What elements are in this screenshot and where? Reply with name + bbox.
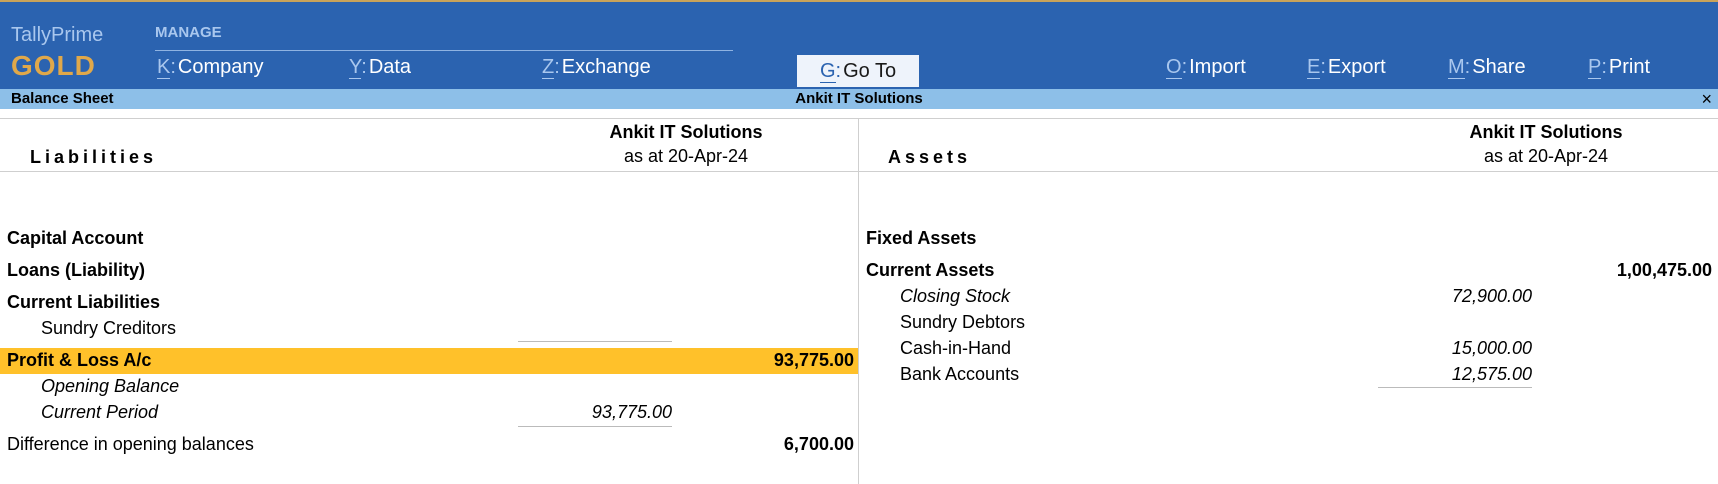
ledger-subgroup-row[interactable]: Current Period bbox=[41, 402, 158, 428]
ledger-amount: 93,775.00 bbox=[773, 350, 854, 370]
ledger-amount: 93,775.00 bbox=[591, 402, 672, 422]
ledger-group-row[interactable]: Capital Account bbox=[7, 228, 143, 254]
menu-label: Import bbox=[1189, 56, 1246, 78]
ledger-amount: 1,00,475.00 bbox=[1616, 260, 1712, 280]
ledger-subgroup-row[interactable]: Bank Accounts bbox=[900, 364, 1019, 390]
ledger-subgroup-row[interactable]: Opening Balance bbox=[41, 376, 179, 402]
menu-label: Exchange bbox=[561, 56, 651, 78]
ledger-group-row[interactable]: Fixed Assets bbox=[866, 228, 976, 254]
subtotal-line bbox=[518, 341, 672, 342]
menu-goto-button[interactable]: G: Go To bbox=[797, 55, 919, 87]
ledger-amount: 12,575.00 bbox=[1451, 364, 1532, 384]
close-icon[interactable]: × bbox=[1701, 89, 1712, 109]
menu-label: Data bbox=[368, 56, 412, 78]
ledger-amount: 15,000.00 bbox=[1451, 338, 1532, 358]
assets-company-name: Ankit IT Solutions bbox=[1469, 122, 1623, 142]
menu-data-button[interactable]: Y: Data bbox=[349, 56, 411, 79]
ledger-subgroup-row[interactable]: Cash-in-Hand bbox=[900, 338, 1011, 364]
report-title-bar: Ankit IT Solutions Balance Sheet × bbox=[0, 89, 1718, 109]
assets-title: Assets bbox=[888, 147, 972, 167]
menu-exchange-button[interactable]: Z: Exchange bbox=[542, 56, 651, 79]
selected-ledger-row[interactable]: Profit & Loss A/c 93,775.00 bbox=[0, 348, 858, 374]
ledger-amount: 6,700.00 bbox=[783, 434, 854, 454]
brand-name: TallyPrime bbox=[11, 24, 104, 46]
column-header: Liabilities Ankit IT Solutions as at 20-… bbox=[0, 118, 1718, 172]
menu-label: Go To bbox=[843, 60, 897, 82]
liabilities-company-name: Ankit IT Solutions bbox=[609, 122, 763, 142]
ledger-group-row[interactable]: Current Assets bbox=[866, 260, 994, 286]
menu-import-button[interactable]: O: Import bbox=[1166, 56, 1246, 79]
top-menu-bar: TallyPrime GOLD MANAGE K: Company Y: Data … bbox=[0, 0, 1718, 89]
ledger-row[interactable]: Difference in opening balances bbox=[7, 434, 254, 460]
title-company: Ankit IT Solutions bbox=[795, 90, 923, 107]
ledger-group-row[interactable]: Current Liabilities bbox=[7, 292, 160, 318]
menu-section-label: MANAGE bbox=[155, 24, 222, 41]
ledger-amount: 72,900.00 bbox=[1451, 286, 1532, 306]
menu-key: G bbox=[819, 60, 836, 83]
menu-key: E bbox=[1307, 56, 1321, 79]
assets-as-at-date: as at 20-Apr-24 bbox=[1483, 146, 1609, 166]
menu-section-divider bbox=[155, 50, 733, 51]
menu-print-button[interactable]: P: Print bbox=[1588, 56, 1650, 79]
menu-share-button[interactable]: M: Share bbox=[1448, 56, 1526, 79]
menu-company-button[interactable]: K: Company bbox=[157, 56, 264, 79]
menu-label: Share bbox=[1472, 56, 1526, 78]
column-divider bbox=[858, 118, 859, 484]
menu-key: P bbox=[1588, 56, 1602, 79]
menu-key: Z bbox=[542, 56, 555, 79]
ledger-group-row[interactable]: Loans (Liability) bbox=[7, 260, 145, 286]
menu-label: Company bbox=[177, 56, 264, 78]
ledger-subgroup-row[interactable]: Closing Stock bbox=[900, 286, 1010, 312]
liabilities-title: Liabilities bbox=[30, 147, 158, 167]
menu-key: K bbox=[157, 56, 171, 79]
ledger-label: Profit & Loss A/c bbox=[7, 350, 152, 370]
menu-label: Export bbox=[1327, 56, 1386, 78]
subtotal-line bbox=[518, 426, 672, 427]
report-title: Balance Sheet bbox=[11, 90, 114, 107]
menu-label: Print bbox=[1608, 56, 1651, 78]
menu-export-button[interactable]: E: Export bbox=[1307, 56, 1386, 79]
ledger-subgroup-row[interactable]: Sundry Creditors bbox=[41, 318, 176, 344]
menu-key: M bbox=[1448, 56, 1465, 79]
menu-key: O bbox=[1166, 56, 1182, 79]
menu-key: Y bbox=[349, 56, 362, 79]
brand-edition: GOLD bbox=[11, 50, 96, 81]
ledger-subgroup-row[interactable]: Sundry Debtors bbox=[900, 312, 1025, 338]
subtotal-line bbox=[1378, 387, 1532, 388]
liabilities-as-at-date: as at 20-Apr-24 bbox=[623, 146, 749, 166]
